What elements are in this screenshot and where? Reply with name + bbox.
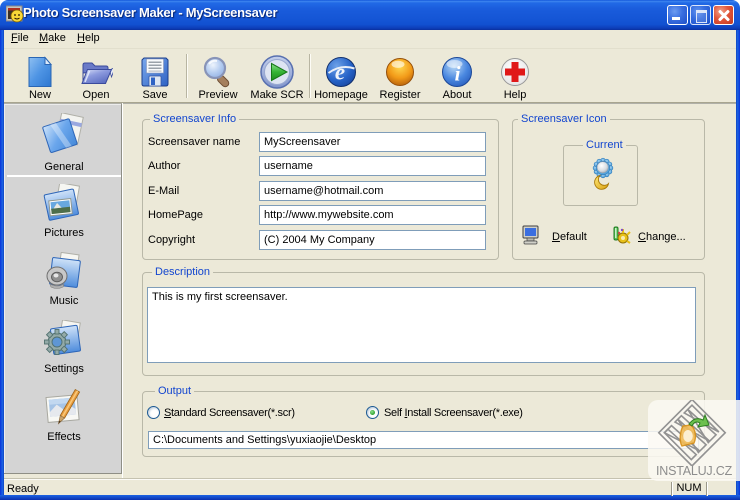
svg-text:e: e: [335, 60, 345, 85]
svg-text:i: i: [455, 62, 461, 86]
